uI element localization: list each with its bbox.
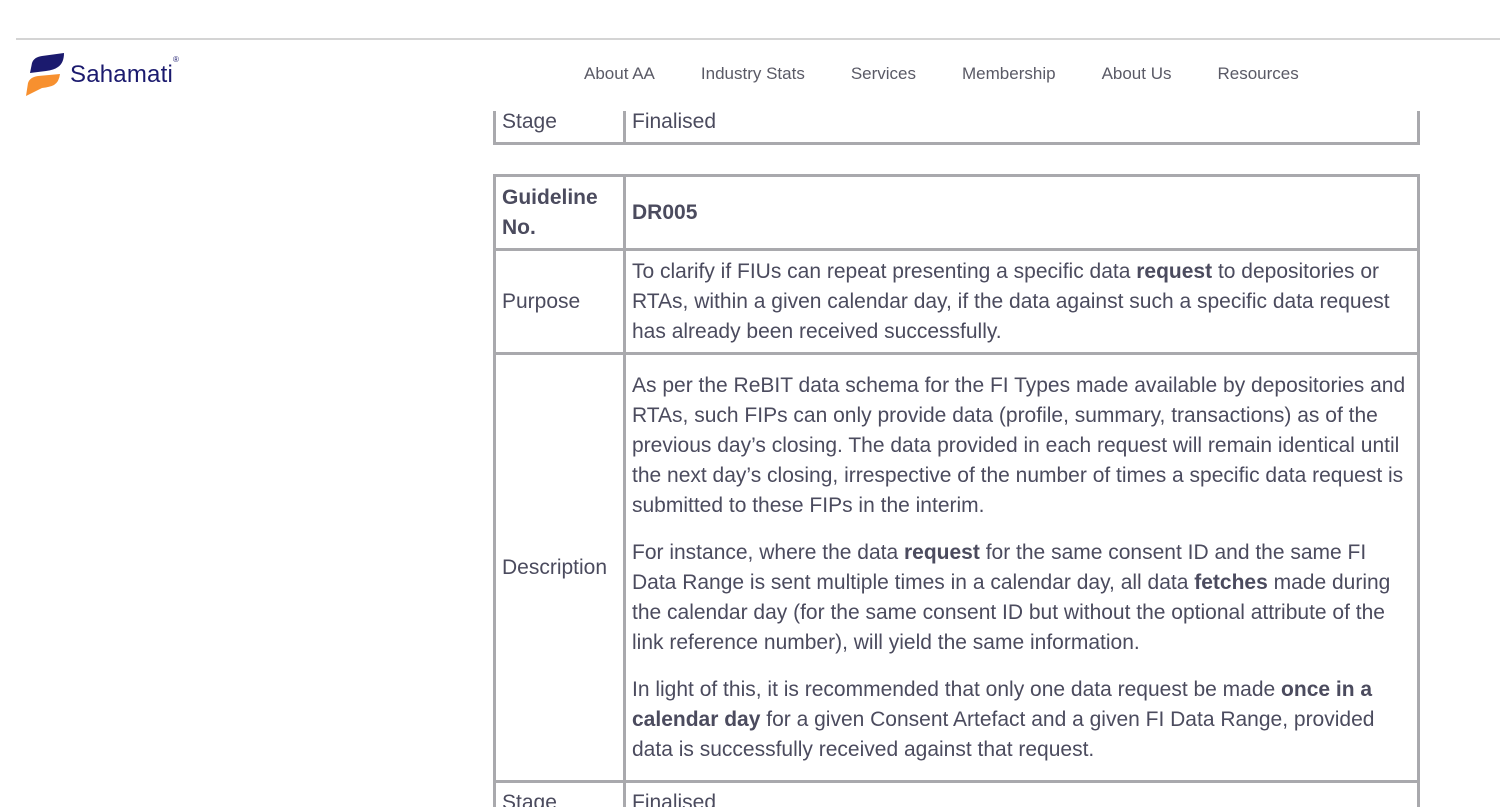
guidelines-content: Stage Finalised Guideline No. DR005 Purp… [493, 80, 1420, 807]
guideline-label: Guideline No. [493, 174, 626, 251]
table-row: Guideline No. DR005 [493, 174, 1420, 251]
table-row: Stage Finalised [493, 780, 1420, 807]
main-nav: About AA Industry Stats Services Members… [584, 64, 1345, 84]
guideline-table-dr005: Guideline No. DR005 Purpose To clarify i… [493, 174, 1420, 807]
nav-services[interactable]: Services [851, 64, 916, 84]
description-value: As per the ReBIT data schema for the FI … [623, 352, 1420, 783]
table-row: Description As per the ReBIT data schema… [493, 352, 1420, 783]
sahamati-logo[interactable]: Sahamati ® [26, 53, 179, 97]
nav-industry-stats[interactable]: Industry Stats [701, 64, 805, 84]
logo-text: Sahamati [70, 61, 173, 88]
description-paragraph: For instance, where the data request for… [632, 540, 1391, 654]
nav-about-aa[interactable]: About AA [584, 64, 655, 84]
description-paragraph: As per the ReBIT data schema for the FI … [632, 373, 1406, 517]
table-row: Purpose To clarify if FIUs can repeat pr… [493, 248, 1420, 355]
description-label: Description [493, 352, 626, 783]
purpose-value: To clarify if FIUs can repeat presenting… [623, 248, 1420, 355]
sahamati-logo-icon [26, 53, 64, 96]
stage-value: Finalised [623, 780, 1420, 807]
registered-mark: ® [173, 55, 179, 64]
purpose-label: Purpose [493, 248, 626, 355]
site-header: Sahamati ® About AA Industry Stats Servi… [0, 40, 1500, 111]
nav-resources[interactable]: Resources [1218, 64, 1299, 84]
nav-membership[interactable]: Membership [962, 64, 1056, 84]
guideline-value: DR005 [623, 174, 1420, 251]
description-paragraph: In light of this, it is recommended that… [632, 677, 1375, 761]
stage-label: Stage [493, 780, 626, 807]
nav-about-us[interactable]: About Us [1102, 64, 1172, 84]
